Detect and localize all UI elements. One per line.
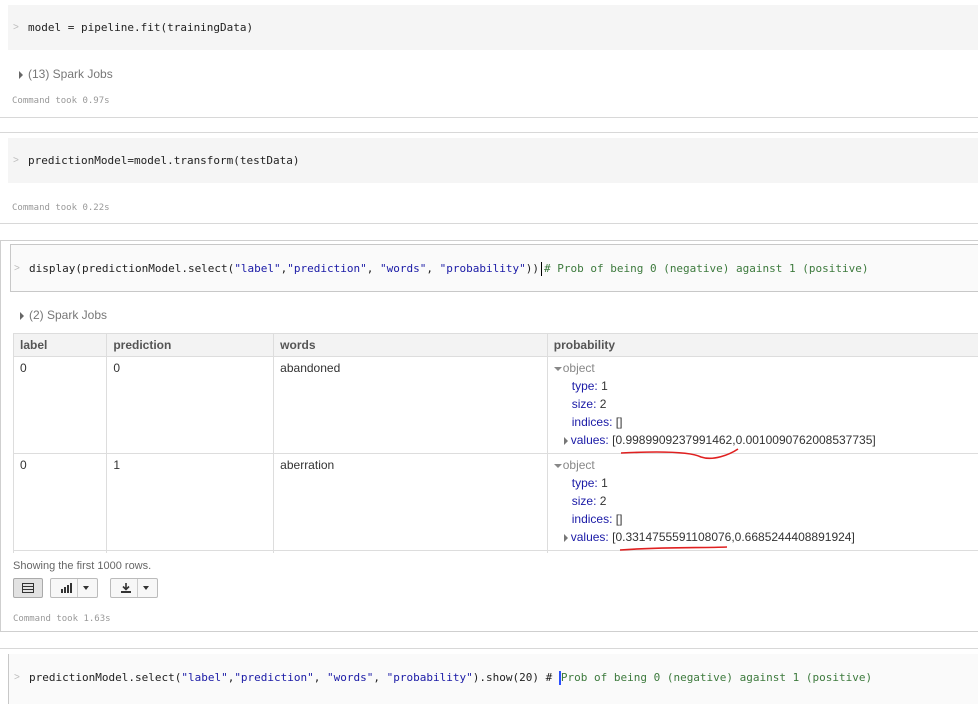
object-label: object <box>563 361 595 375</box>
code-editor[interactable]: > predictionModel.select("label","predic… <box>8 654 978 704</box>
code-comment-hash: # <box>546 671 559 684</box>
code-string: "probability" <box>387 671 473 684</box>
chevron-down-icon <box>143 586 149 590</box>
triangle-right-icon <box>564 534 568 542</box>
chart-view-button[interactable] <box>50 578 98 598</box>
key-values: values: <box>571 433 609 447</box>
value-values: [0.3314755591108076,0.6685244408891924] <box>612 530 855 544</box>
code-string: "prediction" <box>234 671 313 684</box>
code-string: "label" <box>181 671 227 684</box>
button-separator <box>77 579 78 597</box>
column-header-prediction[interactable]: prediction <box>107 334 274 357</box>
bar-chart-icon <box>60 583 72 593</box>
code-punct: ).show(20) <box>473 671 546 684</box>
table-row: 0 0 abandoned object type: 1 size: 2 ind… <box>14 357 978 454</box>
button-separator <box>137 579 138 597</box>
notebook-cell-1[interactable]: > model = pipeline.fit(trainingData) (13… <box>0 0 978 118</box>
triangle-down-icon <box>554 464 562 468</box>
code-punct: , <box>314 671 327 684</box>
cell-label: 0 <box>14 357 107 454</box>
probability-object: object type: 1 size: 2 indices: [] value… <box>554 456 972 546</box>
values-toggle[interactable]: values: [0.9989909237991462,0.0010090762… <box>554 431 972 449</box>
column-header-probability[interactable]: probability <box>547 334 978 357</box>
cell-words: abandoned <box>274 357 548 454</box>
download-icon <box>120 583 132 594</box>
chevron-down-icon <box>83 586 89 590</box>
code-line[interactable]: predictionModel.select("label","predicti… <box>29 671 872 685</box>
cell-prediction: 0 <box>107 357 274 454</box>
notebook-cell-3[interactable]: > display(predictionModel.select("label"… <box>0 240 978 632</box>
key-size: size: <box>572 494 597 508</box>
code-function: predictionModel.select( <box>29 671 181 684</box>
key-size: size: <box>572 397 597 411</box>
download-button[interactable] <box>110 578 158 598</box>
cell-prediction: 1 <box>107 454 274 551</box>
value-type: 1 <box>601 379 608 393</box>
code-editor[interactable]: > predictionModel=model.transform(testDa… <box>8 138 978 183</box>
key-indices: indices: <box>572 512 613 526</box>
table-row <box>14 551 978 554</box>
notebook-cell-4[interactable]: > predictionModel.select("label","predic… <box>0 648 978 700</box>
key-type: type: <box>572 476 598 490</box>
code-editor[interactable]: > model = pipeline.fit(trainingData) <box>8 5 978 50</box>
code-comment: Prob of being 0 (negative) against 1 (po… <box>561 671 872 684</box>
cell-probability: object type: 1 size: 2 indices: [] value… <box>547 454 978 551</box>
notebook-cell-2[interactable]: > predictionModel=model.transform(testDa… <box>0 132 978 224</box>
triangle-down-icon <box>554 367 562 371</box>
results-table-viewport[interactable]: label prediction words probability 0 0 a… <box>1 241 978 553</box>
command-duration: Command took 0.22s <box>12 203 110 213</box>
cell-words: aberration <box>274 454 548 551</box>
cell-prompt: > <box>14 672 20 683</box>
cell-label: 0 <box>14 454 107 551</box>
table-view-icon <box>22 583 34 593</box>
command-duration: Command took 0.97s <box>12 96 110 106</box>
column-header-words[interactable]: words <box>274 334 548 357</box>
cell-prompt: > <box>13 155 19 166</box>
value-values: [0.9989909237991462,0.001009076200853773… <box>612 433 876 447</box>
key-type: type: <box>572 379 598 393</box>
code-string: "words" <box>327 671 373 684</box>
code-line[interactable]: model = pipeline.fit(trainingData) <box>28 21 253 34</box>
probability-object: object type: 1 size: 2 indices: [] value… <box>554 359 972 449</box>
triangle-right-icon <box>564 437 568 445</box>
value-indices: [] <box>616 512 623 526</box>
value-type: 1 <box>601 476 608 490</box>
value-size: 2 <box>600 494 607 508</box>
object-toggle[interactable]: object <box>554 359 972 377</box>
code-punct: , <box>373 671 386 684</box>
spark-jobs-toggle[interactable]: (13) Spark Jobs <box>19 67 113 81</box>
values-toggle[interactable]: values: [0.3314755591108076,0.6685244408… <box>554 528 972 546</box>
row-count-note: Showing the first 1000 rows. <box>13 560 151 572</box>
code-line[interactable]: predictionModel=model.transform(testData… <box>28 154 300 167</box>
triangle-right-icon <box>19 71 23 79</box>
object-toggle[interactable]: object <box>554 456 972 474</box>
table-view-button[interactable] <box>13 578 43 598</box>
command-duration: Command took 1.63s <box>13 614 111 624</box>
cell-prompt: > <box>13 22 19 33</box>
key-indices: indices: <box>572 415 613 429</box>
cell-probability: object type: 1 size: 2 indices: [] value… <box>547 357 978 454</box>
spark-jobs-label: (13) Spark Jobs <box>28 67 113 81</box>
table-row: 0 1 aberration object type: 1 size: 2 in… <box>14 454 978 551</box>
key-values: values: <box>571 530 609 544</box>
value-indices: [] <box>616 415 623 429</box>
results-table: label prediction words probability 0 0 a… <box>13 333 978 553</box>
value-size: 2 <box>600 397 607 411</box>
object-label: object <box>563 458 595 472</box>
column-header-label[interactable]: label <box>14 334 107 357</box>
